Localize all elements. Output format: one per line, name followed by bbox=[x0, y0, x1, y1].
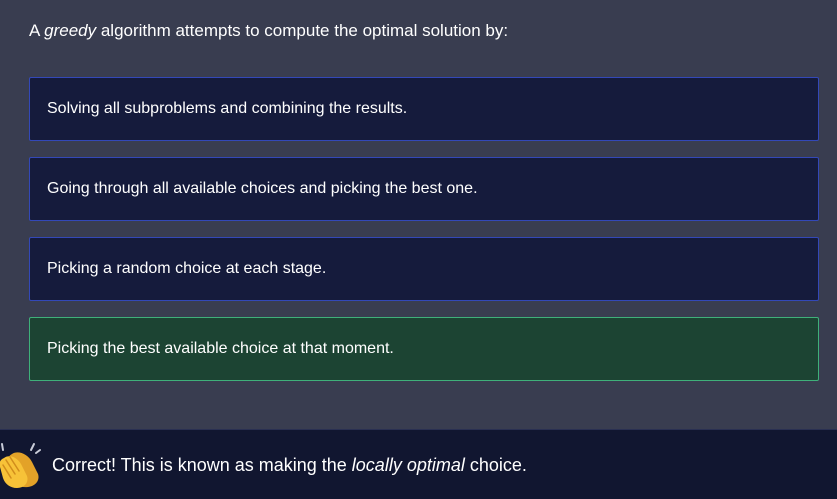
feedback-message: Correct! This is known as making the loc… bbox=[52, 454, 527, 476]
question-suffix: algorithm attempts to compute the optima… bbox=[96, 21, 509, 40]
quiz-page: A greedy algorithm attempts to compute t… bbox=[0, 0, 837, 499]
question-emphasis: greedy bbox=[44, 21, 97, 40]
answer-option-label: Picking a random choice at each stage. bbox=[47, 260, 327, 277]
feedback-suffix: choice. bbox=[464, 455, 527, 475]
feedback-prefix: Correct! This is known as making the bbox=[52, 455, 352, 475]
feedback-emphasis: locally optimal bbox=[351, 455, 465, 475]
answer-option-label: Solving all subproblems and combining th… bbox=[47, 100, 408, 117]
question-prefix: A bbox=[29, 21, 45, 40]
answer-option-3[interactable]: Picking a random choice at each stage. bbox=[29, 237, 819, 301]
answer-option-2[interactable]: Going through all available choices and … bbox=[29, 157, 819, 221]
clapping-hands-icon bbox=[0, 440, 48, 492]
feedback-banner: Correct! This is known as making the loc… bbox=[0, 429, 837, 499]
answer-option-4-correct[interactable]: Picking the best available choice at tha… bbox=[29, 317, 819, 381]
question-text: A greedy algorithm attempts to compute t… bbox=[29, 20, 508, 42]
answer-option-label: Picking the best available choice at tha… bbox=[47, 340, 394, 357]
answer-options: Solving all subproblems and combining th… bbox=[29, 77, 819, 397]
answer-option-1[interactable]: Solving all subproblems and combining th… bbox=[29, 77, 819, 141]
answer-option-label: Going through all available choices and … bbox=[47, 180, 478, 197]
